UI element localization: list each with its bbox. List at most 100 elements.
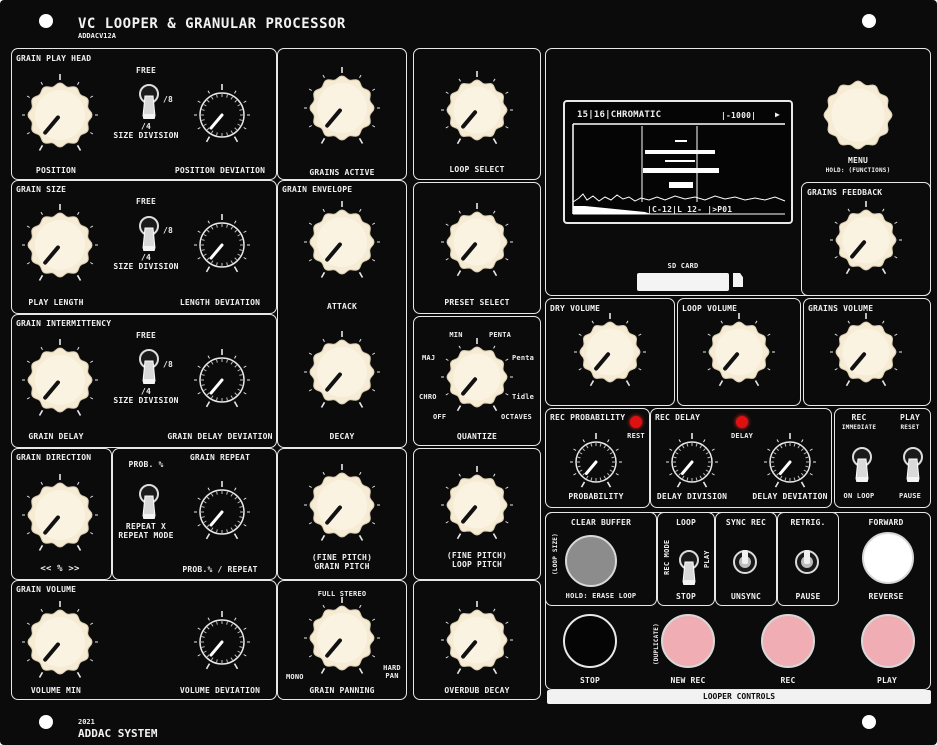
loop-rec-mode-toggle[interactable] <box>676 546 702 590</box>
display-value: |-1000| <box>721 111 757 120</box>
knob-tick <box>76 671 82 678</box>
looper-controls-banner: LOOPER CONTROLS <box>547 690 931 704</box>
sd-card-icon <box>733 273 743 287</box>
grain-panning-knob[interactable] <box>298 594 386 682</box>
decay-knob[interactable] <box>298 328 386 416</box>
mounting-hole-icon <box>39 14 53 28</box>
knob-tick <box>90 132 94 135</box>
clear-buffer-button[interactable] <box>565 535 617 587</box>
knob-tick <box>358 667 364 674</box>
duplicate-label: (DUPLICATE) <box>653 623 660 665</box>
sync-rec-toggle[interactable] <box>732 540 758 584</box>
loop-volume-knob[interactable] <box>697 310 781 394</box>
size-division-label: SIZE DIVISION <box>113 262 179 271</box>
toggle-tip <box>143 114 155 119</box>
display-footer: |C-12|L 12- |>P01 <box>647 205 733 214</box>
knob-tick <box>774 481 780 488</box>
menu-knob[interactable] <box>812 69 904 161</box>
grain-play-head-title: GRAIN PLAY HEAD <box>16 54 92 63</box>
grain-panning-label: GRAIN PANNING <box>309 686 375 695</box>
knob-tick <box>358 137 364 144</box>
attack-knob[interactable] <box>298 198 386 286</box>
loop-fine-pitch-label: (FINE PITCH) <box>446 551 508 560</box>
knob-tick <box>243 230 247 233</box>
knob-tick <box>493 78 496 82</box>
knob-tick <box>38 671 44 678</box>
knob-tick <box>26 659 30 662</box>
knob-tick <box>881 380 887 387</box>
knob-tick <box>578 368 582 371</box>
module-panel: VC LOOPER & GRANULAR PROCESSOR ADDACV12A… <box>0 0 937 745</box>
grains-feedback-knob[interactable] <box>824 198 908 282</box>
div8-label: /8 <box>163 360 174 369</box>
rec-delay-title: REC DELAY <box>655 413 701 422</box>
delay-division-knob[interactable] <box>660 430 724 494</box>
forward-reverse-button[interactable] <box>862 532 914 584</box>
knob-tick <box>90 622 94 625</box>
play-label: PLAY <box>899 413 921 422</box>
knob-tick <box>372 259 376 262</box>
position-deviation-knob[interactable] <box>188 81 256 149</box>
repeat-mode-toggle[interactable] <box>136 480 162 524</box>
knob-tick <box>445 223 449 226</box>
preset-select-knob[interactable] <box>435 200 519 284</box>
clear-buffer-label: CLEAR BUFFER <box>570 518 632 527</box>
play-reset-toggle[interactable] <box>900 443 926 487</box>
volume-min-knob[interactable] <box>16 598 104 686</box>
play-button[interactable] <box>861 614 915 668</box>
knob-tick <box>456 533 462 540</box>
stop-button[interactable] <box>563 614 617 668</box>
knob-tick <box>456 270 462 277</box>
knob-tick <box>372 618 376 621</box>
knob-tick <box>320 137 326 144</box>
knob-tick <box>445 126 449 129</box>
rec-button-label: REC <box>780 676 796 685</box>
sd-card-slot[interactable] <box>637 273 729 291</box>
loop-toggle-label: LOOP <box>675 518 697 527</box>
loop-select-knob[interactable] <box>435 68 519 152</box>
rec-button[interactable] <box>761 614 815 668</box>
forward-label: FORWARD <box>868 518 904 527</box>
knob-tick <box>359 208 362 212</box>
knob-tick <box>205 401 211 408</box>
overdub-decay-knob[interactable] <box>435 598 519 682</box>
knob-tick <box>308 522 312 525</box>
delay-deviation-knob[interactable] <box>758 430 822 494</box>
size-division-toggle[interactable] <box>136 345 162 389</box>
delay-led <box>736 416 748 428</box>
knob-tick <box>505 621 509 624</box>
grain-delay-knob[interactable] <box>16 336 104 424</box>
length-deviation-knob[interactable] <box>188 211 256 279</box>
size-division-toggle[interactable] <box>136 212 162 256</box>
new-rec-button[interactable] <box>661 614 715 668</box>
retrig-toggle[interactable] <box>794 540 820 584</box>
knob-tick <box>754 380 760 387</box>
quantize-knob[interactable] <box>435 335 519 419</box>
knob-tick <box>38 144 44 151</box>
loop-pitch-knob[interactable] <box>435 463 519 547</box>
knob-tick <box>492 668 498 675</box>
delay-led-label: DELAY <box>730 432 754 440</box>
knob-tick <box>638 368 642 371</box>
rec-immediate-toggle[interactable] <box>849 443 875 487</box>
knob-tick <box>847 320 850 324</box>
play-length-knob[interactable] <box>16 201 104 289</box>
grain-delay-deviation-knob[interactable] <box>188 346 256 414</box>
knob-tick <box>456 405 462 412</box>
grains-volume-knob[interactable] <box>824 310 908 394</box>
knob-tick <box>197 497 201 500</box>
knob-tick <box>197 627 201 630</box>
size-division-toggle[interactable] <box>136 80 162 124</box>
knob-tick <box>322 471 325 475</box>
grains-active-knob[interactable] <box>298 64 386 152</box>
grain-pitch-knob[interactable] <box>298 461 386 549</box>
dry-volume-knob[interactable] <box>568 310 652 394</box>
prob-repeat-knob[interactable] <box>188 478 256 546</box>
grain-direction-knob[interactable] <box>16 471 104 559</box>
volume-deviation-knob[interactable] <box>188 608 256 676</box>
grain-fine-pitch-label: (FINE PITCH) <box>311 553 373 562</box>
unsync-label: UNSYNC <box>730 592 762 601</box>
probability-knob[interactable] <box>564 430 628 494</box>
toggle-lever <box>142 95 156 117</box>
position-knob[interactable] <box>16 71 104 159</box>
